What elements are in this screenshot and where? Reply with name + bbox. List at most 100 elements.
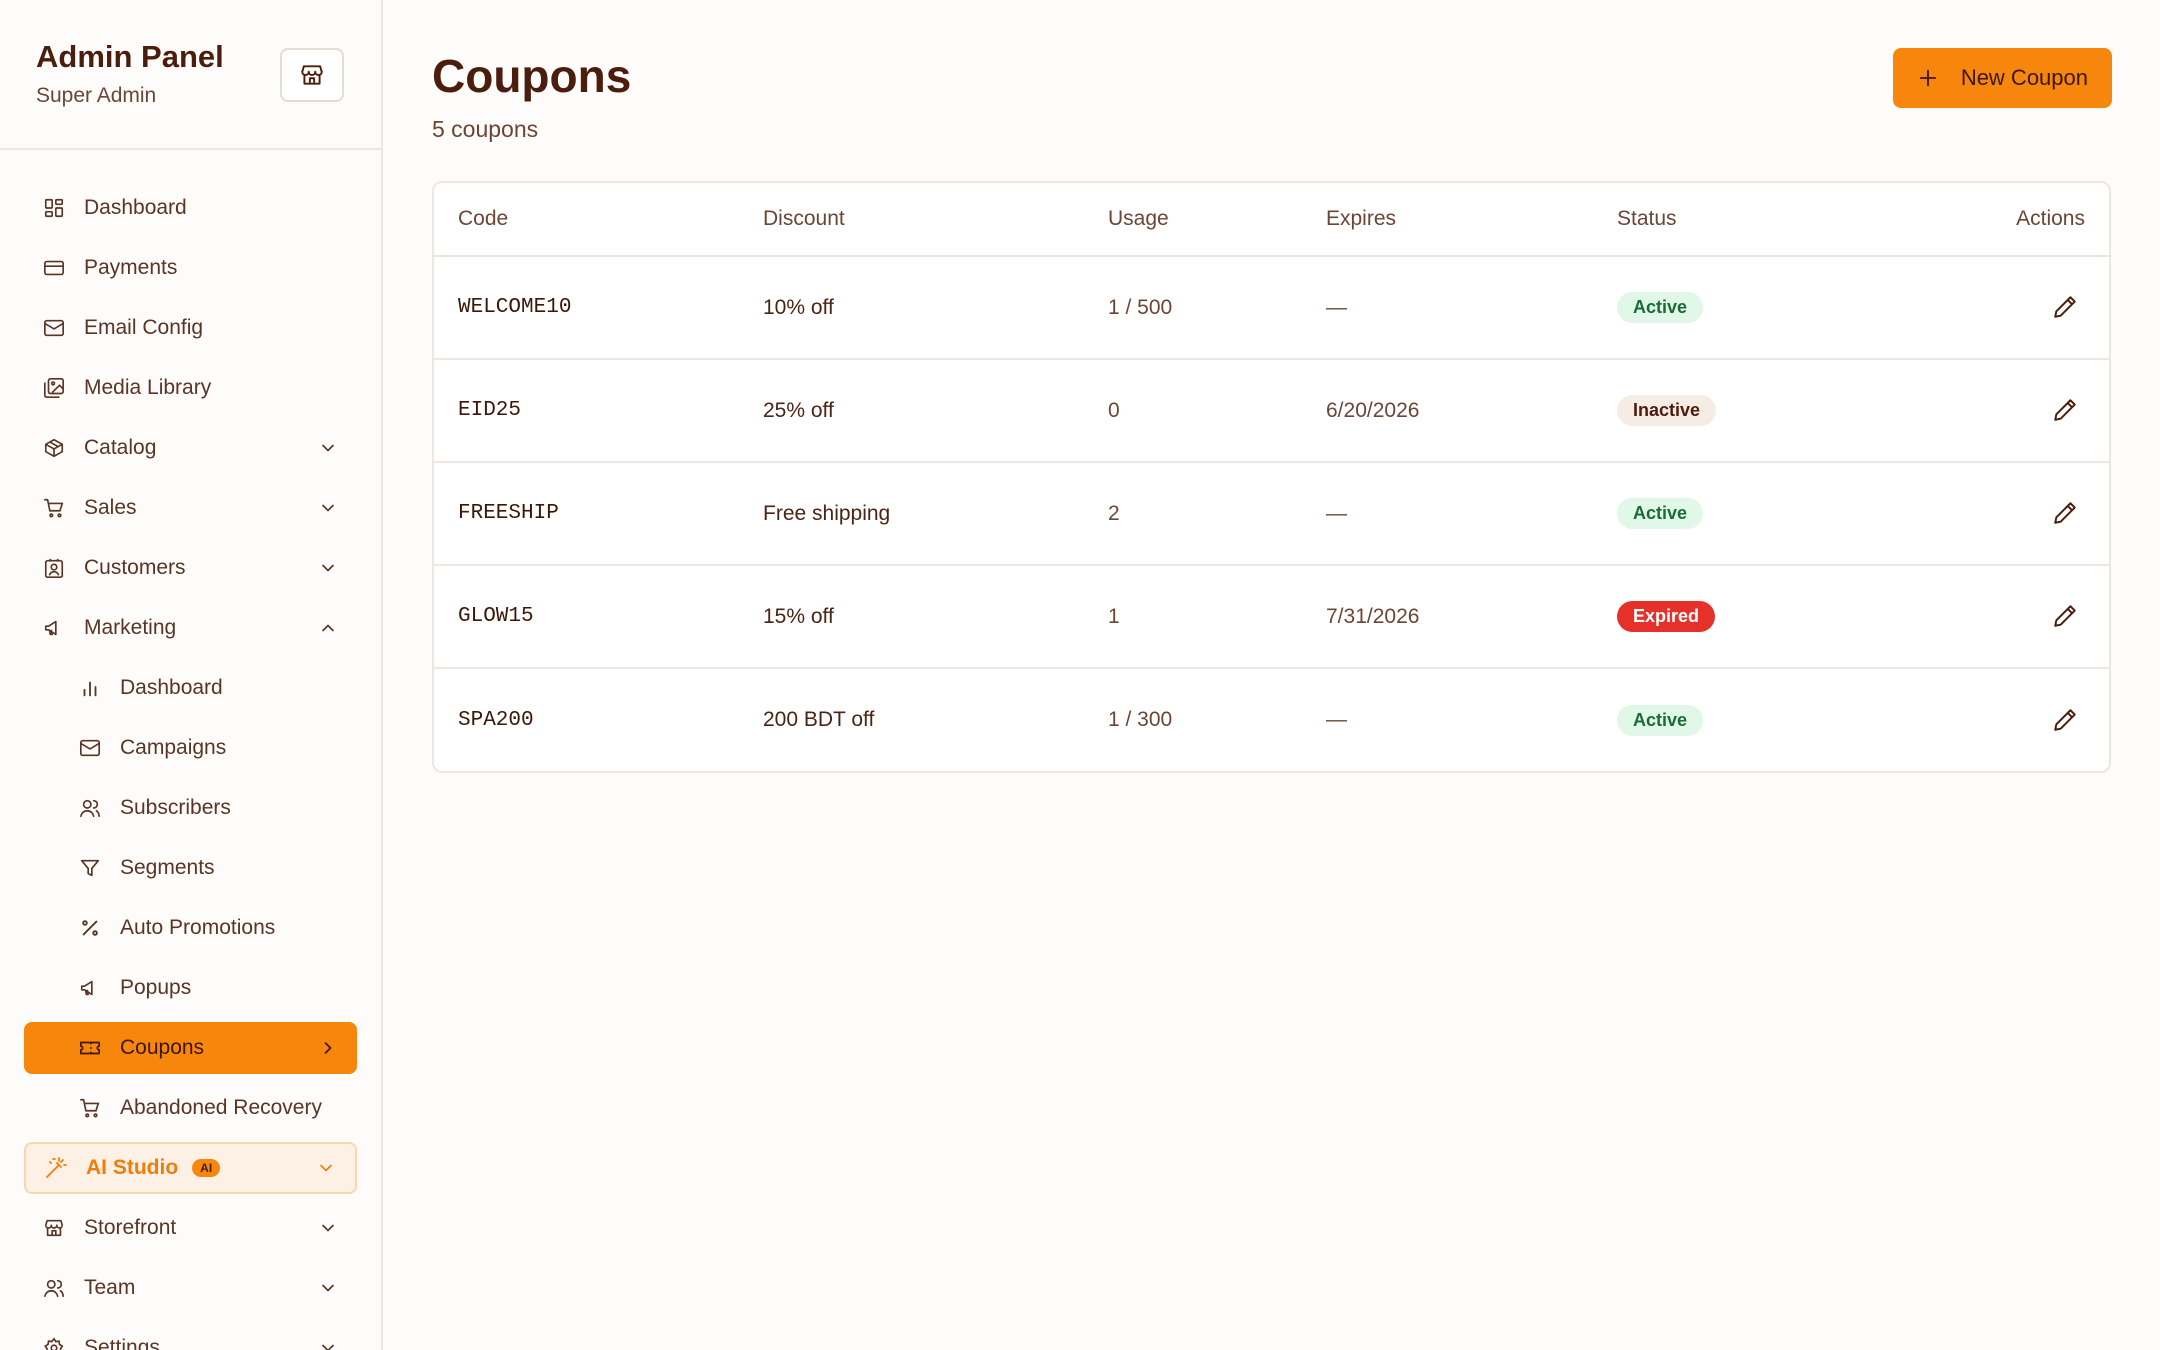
sidebar-item-coupons[interactable]: Coupons (24, 1022, 357, 1074)
coupon-usage: 2 (1084, 462, 1302, 566)
actions-cell (1893, 565, 2109, 669)
images-icon (42, 376, 66, 400)
sidebar-item-catalog[interactable]: Catalog (24, 422, 357, 474)
sidebar-item-marketing-dashboard[interactable]: Dashboard (24, 662, 357, 714)
column-header-actions: Actions (1893, 183, 2109, 257)
sidebar-item-label: Team (84, 1276, 136, 1299)
table-row[interactable]: GLOW15 15% off 1 7/31/2026 Expired (434, 565, 2109, 669)
sidebar-nav: Dashboard Payments Email Config Media Li… (0, 150, 381, 1350)
sidebar-item-team[interactable]: Team (24, 1262, 357, 1314)
brand-title: Admin Panel (36, 39, 224, 74)
sidebar-item-label: Subscribers (120, 796, 231, 819)
table-row[interactable]: WELCOME10 10% off 1 / 500 — Active (434, 256, 2109, 360)
column-header-expires[interactable]: Expires (1302, 183, 1593, 257)
users-icon (78, 796, 102, 820)
column-header-discount[interactable]: Discount (739, 183, 1084, 257)
pencil-icon (2052, 397, 2078, 423)
pencil-icon (2052, 500, 2078, 526)
sidebar-item-payments[interactable]: Payments (24, 242, 357, 294)
edit-coupon-button[interactable] (2047, 392, 2083, 428)
ai-studio-label: AI Studio (86, 1156, 179, 1179)
sidebar-item-label: Marketing (84, 616, 177, 639)
status-badge: Active (1617, 704, 1704, 736)
sidebar-item-label: Dashboard (120, 676, 223, 699)
sidebar-item-media-library[interactable]: Media Library (24, 362, 357, 414)
edit-coupon-button[interactable] (2047, 289, 2083, 325)
chevron-down-icon (317, 497, 339, 519)
coupon-expires: — (1302, 462, 1593, 566)
sidebar-item-settings[interactable]: Settings (24, 1322, 357, 1350)
view-store-button[interactable] (280, 48, 344, 102)
coupon-discount: 10% off (739, 256, 1084, 360)
table-row[interactable]: SPA200 200 BDT off 1 / 300 — Active (434, 668, 2109, 771)
ticket-icon (78, 1036, 102, 1060)
chevron-down-icon (317, 557, 339, 579)
sidebar-item-label: Storefront (84, 1216, 177, 1239)
chevron-up-icon (317, 617, 339, 639)
sidebar-item-label: Customers (84, 556, 186, 579)
table-row[interactable]: EID25 25% off 0 6/20/2026 Inactive (434, 359, 2109, 463)
sidebar-item-customers[interactable]: Customers (24, 542, 357, 594)
sidebar-item-storefront[interactable]: Storefront (24, 1202, 357, 1254)
gear-icon (42, 1336, 66, 1350)
coupon-usage: 1 / 300 (1108, 708, 1173, 731)
bar-chart-icon (78, 676, 102, 700)
sidebar-item-ai-studio[interactable]: AI Studio AI (24, 1142, 357, 1194)
sidebar-item-segments[interactable]: Segments (24, 842, 357, 894)
sidebar-item-label: Abandoned Recovery (120, 1096, 322, 1119)
cart-icon (42, 496, 66, 520)
coupon-count: 5 coupons (432, 116, 539, 142)
coupon-usage: 0 (1084, 359, 1302, 463)
cart-icon (78, 1096, 102, 1120)
coupon-expires: 7/31/2026 (1302, 565, 1593, 669)
sidebar-item-sales[interactable]: Sales (24, 482, 357, 534)
coupon-discount: 25% off (739, 359, 1084, 463)
megaphone-icon (42, 616, 66, 640)
status-badge: Expired (1617, 601, 1716, 632)
sidebar-item-label: Catalog (84, 436, 157, 459)
coupon-code: SPA200 (458, 708, 534, 732)
column-header-status[interactable]: Status (1593, 183, 1893, 257)
sidebar-item-campaigns[interactable]: Campaigns (24, 722, 357, 774)
coupon-discount: 15% off (739, 565, 1084, 669)
mail-icon (78, 736, 102, 760)
page-header: Coupons 5 coupons New Coupon (432, 48, 2112, 143)
pencil-icon (2052, 603, 2078, 629)
new-coupon-label: New Coupon (1960, 65, 2088, 90)
sidebar-item-email-config[interactable]: Email Config (24, 302, 357, 354)
coupon-usage: 1 (1084, 565, 1302, 669)
sidebar-item-auto-promotions[interactable]: Auto Promotions (24, 902, 357, 954)
status-cell: Active (1593, 462, 1893, 566)
column-header-usage[interactable]: Usage (1084, 183, 1302, 257)
percent-icon (78, 916, 102, 940)
actions-cell (1893, 668, 2109, 771)
package-icon (42, 436, 66, 460)
sidebar-item-label: Segments (120, 856, 215, 879)
coupon-code: GLOW15 (434, 565, 739, 669)
page-title: Coupons (432, 50, 632, 102)
sidebar-item-popups[interactable]: Popups (24, 962, 357, 1014)
coupon-code: EID25 (434, 359, 739, 463)
sidebar-item-label: Auto Promotions (120, 916, 276, 939)
megaphone-icon (78, 976, 102, 1000)
edit-coupon-button[interactable] (2047, 702, 2083, 738)
new-coupon-button[interactable]: New Coupon (1892, 48, 2112, 108)
table-row[interactable]: FREESHIP Free shipping 2 — Active (434, 462, 2109, 566)
coupon-expires: 6/20/2026 (1302, 359, 1593, 463)
contact-icon (42, 556, 66, 580)
sidebar-brand: Admin Panel Super Admin (0, 0, 381, 150)
sidebar-item-label: Dashboard (84, 196, 187, 219)
column-header-code[interactable]: Code (434, 183, 739, 257)
sidebar-item-marketing[interactable]: Marketing (24, 602, 357, 654)
table-header-row: Code Discount Usage Expires Status Actio… (434, 183, 2109, 257)
sidebar-item-abandoned-recovery[interactable]: Abandoned Recovery (24, 1082, 357, 1134)
status-cell: Active (1593, 668, 1893, 771)
coupon-discount: Free shipping (739, 462, 1084, 566)
sidebar-item-subscribers[interactable]: Subscribers (24, 782, 357, 834)
chevron-down-icon (317, 437, 339, 459)
edit-coupon-button[interactable] (2047, 495, 2083, 531)
sidebar: Admin Panel Super Admin Dashboard Paymen… (0, 0, 383, 1350)
wand-icon (44, 1156, 68, 1180)
sidebar-item-dashboard[interactable]: Dashboard (24, 182, 357, 234)
edit-coupon-button[interactable] (2047, 598, 2083, 634)
